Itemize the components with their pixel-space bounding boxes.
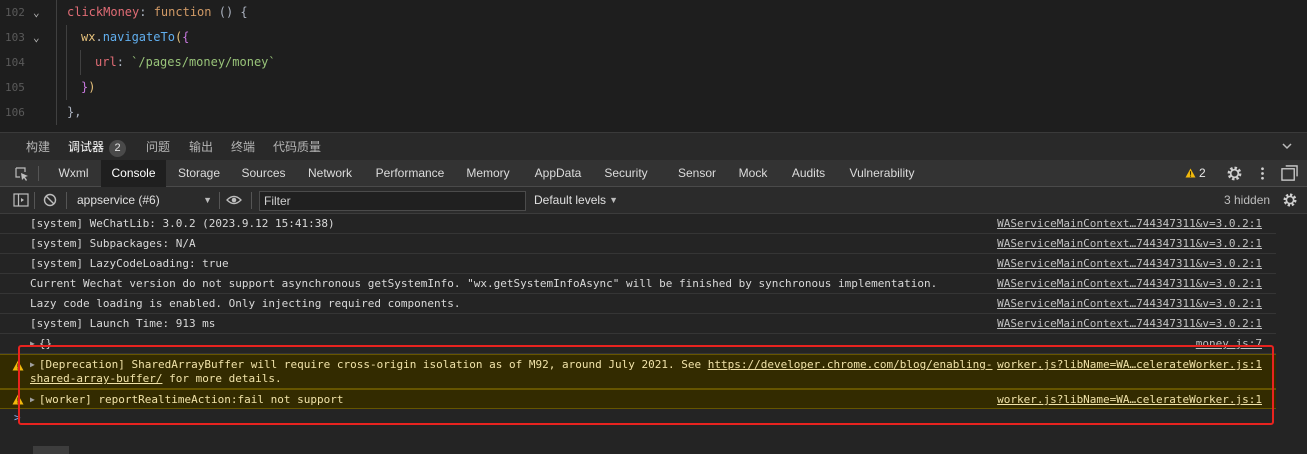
line-number: 104 bbox=[5, 56, 25, 69]
tab-security[interactable]: Security bbox=[597, 160, 655, 187]
tab-audits[interactable]: Audits bbox=[784, 160, 833, 187]
tab-wxml[interactable]: Wxml bbox=[50, 160, 97, 187]
console-warning-message[interactable]: ▶ [worker] reportRealtimeAction:fail not … bbox=[0, 389, 1276, 409]
dock-side-icon[interactable] bbox=[1281, 165, 1298, 182]
tab-debugger[interactable]: 调试器 2 bbox=[68, 133, 127, 161]
code-line-105[interactable]: 105 }) bbox=[0, 75, 1307, 100]
console-message[interactable]: Current Wechat version do not support as… bbox=[0, 274, 1276, 294]
source-link[interactable]: money.js:7 bbox=[1196, 334, 1262, 354]
console-prompt[interactable]: > bbox=[0, 411, 1276, 427]
tab-sensor[interactable]: Sensor bbox=[672, 160, 722, 187]
toolbar-divider bbox=[38, 166, 39, 181]
fold-chevron-icon[interactable]: ⌄ bbox=[33, 0, 40, 25]
line-number: 102 bbox=[5, 6, 25, 19]
indent-guide bbox=[56, 0, 57, 25]
more-vertical-icon[interactable] bbox=[1254, 165, 1271, 182]
horizontal-scrollbar-thumb[interactable] bbox=[33, 446, 69, 454]
code-line-104[interactable]: 104 url: `/pages/money/money` bbox=[0, 50, 1307, 75]
context-select[interactable]: appservice (#6) ▼ bbox=[74, 191, 216, 210]
source-link[interactable]: worker.js?libName=WA…celerateWorker.js:1 bbox=[997, 390, 1262, 410]
tab-memory[interactable]: Memory bbox=[459, 160, 517, 187]
tab-sources[interactable]: Sources bbox=[236, 160, 291, 187]
tab-code-quality[interactable]: 代码质量 bbox=[273, 133, 321, 161]
inspect-element-icon[interactable] bbox=[14, 166, 30, 182]
prompt-chevron-icon: > bbox=[14, 411, 21, 424]
console-messages[interactable]: [system] WeChatLib: 3.0.2 (2023.9.12 15:… bbox=[0, 214, 1307, 454]
indent-guide bbox=[80, 50, 81, 75]
code-text: }) bbox=[81, 80, 96, 94]
toolbar-divider bbox=[219, 192, 220, 209]
console-message[interactable]: [system] Subpackages: N/A WAServiceMainC… bbox=[0, 234, 1276, 254]
code-text: url: `/pages/money/money` bbox=[95, 55, 276, 69]
indent-guide bbox=[56, 25, 57, 50]
toolbar-divider bbox=[66, 192, 67, 209]
warning-icon bbox=[12, 360, 24, 371]
devtools-tab-bar: Wxml Console Storage Sources Network Per… bbox=[0, 160, 1307, 187]
code-text: wx.navigateTo({ bbox=[81, 30, 190, 44]
indent-guide bbox=[56, 75, 57, 100]
console-message-object[interactable]: ▶{} money.js:7 bbox=[0, 334, 1276, 354]
tab-output[interactable]: 输出 bbox=[189, 133, 213, 161]
indent-guide bbox=[66, 25, 67, 50]
tab-build[interactable]: 构建 bbox=[26, 133, 50, 161]
code-text: clickMoney: function () { bbox=[67, 5, 248, 19]
console-settings-gear-icon[interactable] bbox=[1282, 192, 1298, 208]
dropdown-caret-icon: ▼ bbox=[203, 195, 212, 205]
fold-chevron-icon[interactable]: ⌄ bbox=[33, 25, 40, 50]
expand-triangle-icon[interactable]: ▶ bbox=[30, 390, 35, 410]
console-message[interactable]: [system] LazyCodeLoading: true WAService… bbox=[0, 254, 1276, 274]
warning-icon bbox=[12, 394, 24, 405]
indent-guide bbox=[66, 50, 67, 75]
tab-performance[interactable]: Performance bbox=[368, 160, 452, 187]
source-link[interactable]: WAServiceMainContext…744347311&v=3.0.2:1 bbox=[997, 314, 1262, 334]
source-link[interactable]: WAServiceMainContext…744347311&v=3.0.2:1 bbox=[997, 214, 1262, 234]
indent-guide bbox=[66, 75, 67, 100]
clear-console-icon[interactable] bbox=[42, 192, 58, 208]
indent-guide bbox=[56, 100, 57, 125]
debugger-badge: 2 bbox=[109, 140, 127, 157]
console-message[interactable]: [system] WeChatLib: 3.0.2 (2023.9.12 15:… bbox=[0, 214, 1276, 234]
eye-icon[interactable] bbox=[226, 192, 242, 208]
code-text: }, bbox=[67, 105, 82, 119]
expand-triangle-icon[interactable]: ▶ bbox=[30, 358, 35, 372]
indent-guide bbox=[56, 50, 57, 75]
console-toolbar: appservice (#6)▼ Default levels▼ 3 hidde… bbox=[0, 187, 1307, 214]
tab-mock[interactable]: Mock bbox=[731, 160, 775, 187]
line-number: 106 bbox=[5, 106, 25, 119]
collapse-panel-icon[interactable] bbox=[1281, 140, 1293, 152]
dropdown-caret-icon: ▼ bbox=[609, 195, 618, 205]
code-line-102[interactable]: 102 ⌄ clickMoney: function () { bbox=[0, 0, 1307, 25]
code-editor[interactable]: 102 ⌄ clickMoney: function () { 103 ⌄ wx… bbox=[0, 0, 1307, 132]
hidden-count: 3 hidden bbox=[1224, 193, 1271, 207]
source-link[interactable]: WAServiceMainContext…744347311&v=3.0.2:1 bbox=[997, 294, 1262, 314]
code-line-103[interactable]: 103 ⌄ wx.navigateTo({ bbox=[0, 25, 1307, 50]
warning-count[interactable]: 2 bbox=[1199, 160, 1206, 187]
source-link[interactable]: WAServiceMainContext…744347311&v=3.0.2:1 bbox=[997, 234, 1262, 254]
warning-icon[interactable] bbox=[1185, 168, 1196, 178]
code-line-106[interactable]: 106 }, bbox=[0, 100, 1307, 125]
source-link[interactable]: WAServiceMainContext…744347311&v=3.0.2:1 bbox=[997, 274, 1262, 294]
tab-vulnerability[interactable]: Vulnerability bbox=[842, 160, 922, 187]
tab-network[interactable]: Network bbox=[300, 160, 360, 187]
expand-triangle-icon[interactable]: ▶ bbox=[30, 334, 35, 354]
tab-console[interactable]: Console bbox=[101, 160, 166, 187]
console-warning-message[interactable]: ▶ [Deprecation] SharedArrayBuffer will re… bbox=[0, 354, 1276, 389]
console-message[interactable]: [system] Launch Time: 913 ms WAServiceMa… bbox=[0, 314, 1276, 334]
gear-icon[interactable] bbox=[1226, 165, 1243, 182]
source-link[interactable]: worker.js?libName=WA…celerateWorker.js:1 bbox=[997, 355, 1262, 375]
line-number: 105 bbox=[5, 81, 25, 94]
source-link[interactable]: WAServiceMainContext…744347311&v=3.0.2:1 bbox=[997, 254, 1262, 274]
tab-terminal[interactable]: 终端 bbox=[231, 133, 255, 161]
toolbar-divider bbox=[251, 192, 252, 209]
line-number: 103 bbox=[5, 31, 25, 44]
tab-problems[interactable]: 问题 bbox=[146, 133, 170, 161]
filter-input[interactable] bbox=[259, 191, 526, 211]
log-levels-select[interactable]: Default levels ▼ bbox=[534, 191, 622, 210]
panel-tab-bar: 构建 调试器 2 问题 输出 终端 代码质量 bbox=[0, 132, 1307, 160]
toolbar-divider bbox=[34, 192, 35, 209]
tab-storage[interactable]: Storage bbox=[170, 160, 228, 187]
console-message[interactable]: Lazy code loading is enabled. Only injec… bbox=[0, 294, 1276, 314]
tab-appdata[interactable]: AppData bbox=[526, 160, 590, 187]
toggle-sidebar-icon[interactable] bbox=[13, 192, 29, 208]
